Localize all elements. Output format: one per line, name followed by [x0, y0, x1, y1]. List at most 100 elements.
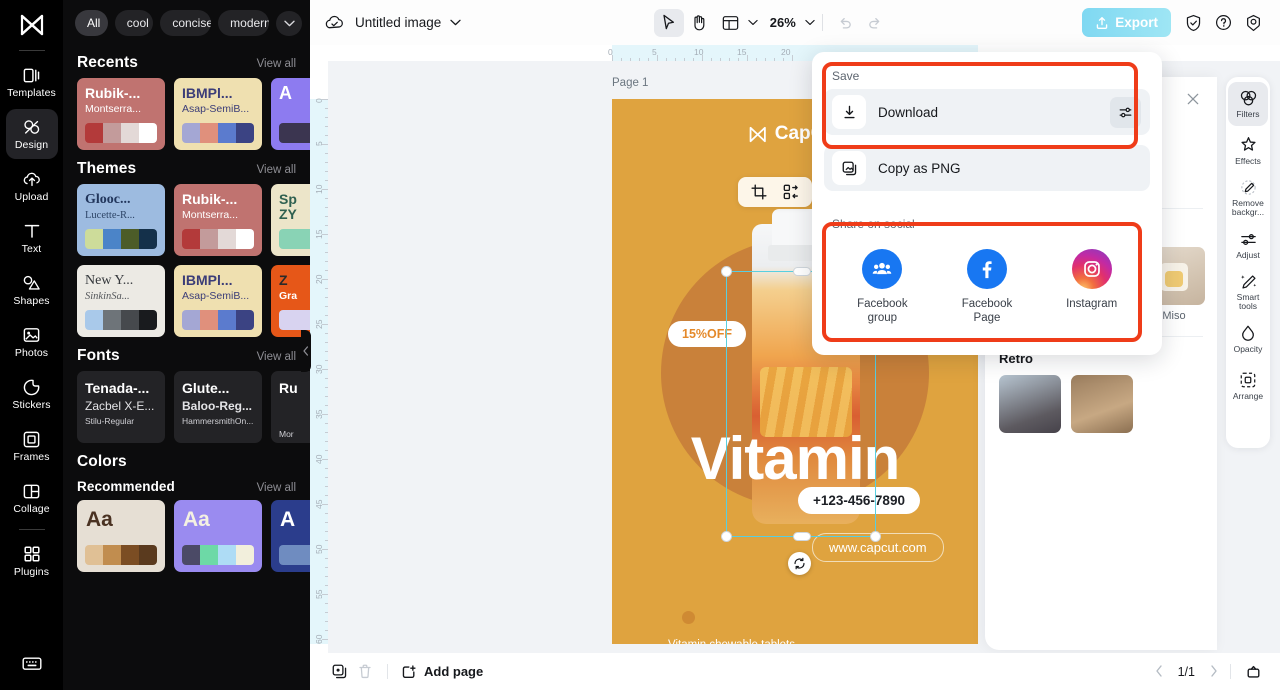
- prev-page-button[interactable]: [1152, 664, 1166, 680]
- duplicate-page-button[interactable]: [326, 660, 352, 684]
- selection-handle-bc[interactable]: [793, 532, 811, 541]
- share-instagram-button[interactable]: Instagram: [1049, 249, 1135, 325]
- panel-collapse-handle[interactable]: [301, 330, 311, 372]
- capcut-logo-icon: [748, 126, 768, 143]
- right-tool-remove-background[interactable]: Remove backgr...: [1228, 176, 1268, 220]
- add-page-button[interactable]: Add page: [401, 664, 483, 680]
- template-card[interactable]: IBMPl... Asap-SemiB...: [174, 78, 262, 150]
- sidebar-item-design[interactable]: Design: [5, 109, 58, 159]
- redo-button[interactable]: [860, 9, 890, 37]
- sidebar-item-photos[interactable]: Photos: [6, 317, 58, 367]
- font-card[interactable]: Glute... Baloo-Reg... HammersmithOn...: [174, 371, 262, 443]
- chip-all[interactable]: All: [75, 10, 108, 36]
- replace-media-icon[interactable]: [783, 184, 799, 200]
- font-card[interactable]: Ru Mor: [271, 371, 310, 443]
- sidebar-item-collage[interactable]: Collage: [6, 473, 58, 523]
- bottom-divider: [387, 664, 388, 679]
- theme-card[interactable]: New Y... SinkinSa...: [77, 265, 165, 337]
- shield-button[interactable]: [1178, 9, 1208, 37]
- artboard-description[interactable]: Vitamin chewable tablets, nutrition shou…: [668, 637, 813, 644]
- layout-caret[interactable]: [748, 19, 758, 26]
- copy-as-png-menu-item[interactable]: Copy as PNG: [824, 145, 1150, 191]
- sidebar-item-plugins[interactable]: Plugins: [6, 536, 58, 586]
- settings-button[interactable]: [1238, 9, 1268, 37]
- sidebar-item-stickers[interactable]: Stickers: [6, 369, 58, 419]
- right-tool-arrange[interactable]: Arrange: [1228, 364, 1268, 408]
- card-title: IBMPl...: [182, 273, 233, 288]
- chip-modern[interactable]: modern: [218, 10, 269, 36]
- hand-icon: [694, 15, 705, 31]
- selection-handle-bl[interactable]: [721, 531, 732, 542]
- document-title-caret[interactable]: [450, 19, 461, 26]
- view-all-link-recents[interactable]: View all: [257, 58, 296, 70]
- share-label: Facebook Page: [961, 298, 1013, 324]
- theme-card[interactable]: IBMPl... Asap-SemiB...: [174, 265, 262, 337]
- right-tool-opacity[interactable]: Opacity: [1228, 317, 1268, 361]
- chips-expand-button[interactable]: [276, 10, 302, 36]
- layout-tool-button[interactable]: [716, 9, 746, 37]
- export-button[interactable]: Export: [1082, 8, 1171, 37]
- select-tool-button[interactable]: [653, 8, 684, 37]
- ruler-label: 15: [737, 47, 747, 57]
- section-subtitle: Recommended: [77, 479, 175, 494]
- theme-card[interactable]: Sp ZY: [271, 184, 310, 256]
- document-title[interactable]: Untitled image: [355, 15, 441, 30]
- download-menu-item[interactable]: Download: [824, 89, 1150, 135]
- sidebar-item-label: Shapes: [13, 295, 50, 307]
- chip-concise[interactable]: concise: [160, 10, 212, 36]
- color-card[interactable]: Aa: [77, 500, 165, 572]
- card-title: A: [279, 86, 292, 101]
- selection-handle-br[interactable]: [870, 531, 881, 542]
- share-facebook-group-button[interactable]: Facebook group: [839, 249, 925, 325]
- keyboard-shortcuts-button[interactable]: [0, 656, 63, 676]
- filter-item-retro-1[interactable]: [999, 375, 1061, 433]
- instagram-icon: [1071, 249, 1112, 289]
- pages-grid-button[interactable]: [1240, 660, 1266, 684]
- hand-tool-button[interactable]: [684, 9, 714, 37]
- capcut-logo-icon[interactable]: [12, 8, 52, 42]
- close-panel-button[interactable]: [1183, 89, 1203, 109]
- right-tool-filters[interactable]: Filters: [1228, 82, 1268, 126]
- trash-icon: [359, 664, 371, 679]
- download-settings-button[interactable]: [1110, 96, 1141, 128]
- sidebar-item-label: Photos: [14, 347, 49, 359]
- sidebar-item-frames[interactable]: Frames: [6, 421, 58, 471]
- sidebar-item-upload[interactable]: Upload: [6, 161, 58, 211]
- delete-page-button[interactable]: [352, 660, 378, 684]
- color-card[interactable]: A: [271, 500, 310, 572]
- export-dropdown: Save Download Copy as PNG Share on socia…: [812, 52, 1162, 355]
- zoom-level[interactable]: 26%: [770, 15, 796, 30]
- theme-card[interactable]: Rubik-... Montserra...: [174, 184, 262, 256]
- view-all-link-colors[interactable]: View all: [257, 482, 296, 494]
- arrange-icon: [1239, 371, 1257, 389]
- rotate-handle[interactable]: [788, 552, 811, 575]
- sidebar-item-text[interactable]: Text: [6, 213, 58, 263]
- next-page-button[interactable]: [1207, 664, 1221, 680]
- selection-handle-tc[interactable]: [793, 267, 811, 276]
- filter-item-retro-2[interactable]: [1071, 375, 1133, 433]
- undo-button[interactable]: [830, 9, 860, 37]
- right-tool-effects[interactable]: Effects: [1228, 129, 1268, 173]
- sidebar-item-shapes[interactable]: Shapes: [6, 265, 58, 315]
- font-card-name: Tenada-...: [85, 380, 150, 396]
- color-card[interactable]: Aa: [174, 500, 262, 572]
- chip-cool[interactable]: cool: [114, 10, 154, 36]
- view-all-link-fonts[interactable]: View all: [257, 351, 296, 363]
- selection-handle-tl[interactable]: [721, 266, 732, 277]
- themes-row-1: Glooc... Lucette-R... Rubik-... Montserr…: [63, 184, 310, 256]
- sidebar-item-templates[interactable]: Templates: [6, 57, 58, 107]
- view-all-link-themes[interactable]: View all: [257, 164, 296, 176]
- font-card[interactable]: Tenada-... Zacbel X-E... Stilu-Regular: [77, 371, 165, 443]
- template-card[interactable]: A: [271, 78, 310, 150]
- share-facebook-page-button[interactable]: Facebook Page: [944, 249, 1030, 325]
- help-button[interactable]: [1208, 9, 1238, 37]
- theme-card[interactable]: Glooc... Lucette-R...: [77, 184, 165, 256]
- vertical-ruler[interactable]: 0 5 10 15 20 25 30 35 40 45 50 55 60: [310, 61, 328, 653]
- theme-card[interactable]: Z Gra: [271, 265, 310, 337]
- zoom-caret[interactable]: [805, 19, 815, 26]
- right-tool-smart-tools[interactable]: Smart tools: [1228, 270, 1268, 314]
- card-swatches: [279, 310, 310, 330]
- right-tool-adjust[interactable]: Adjust: [1228, 223, 1268, 267]
- template-card[interactable]: Rubik-... Montserra...: [77, 78, 165, 150]
- crop-icon[interactable]: [751, 184, 767, 200]
